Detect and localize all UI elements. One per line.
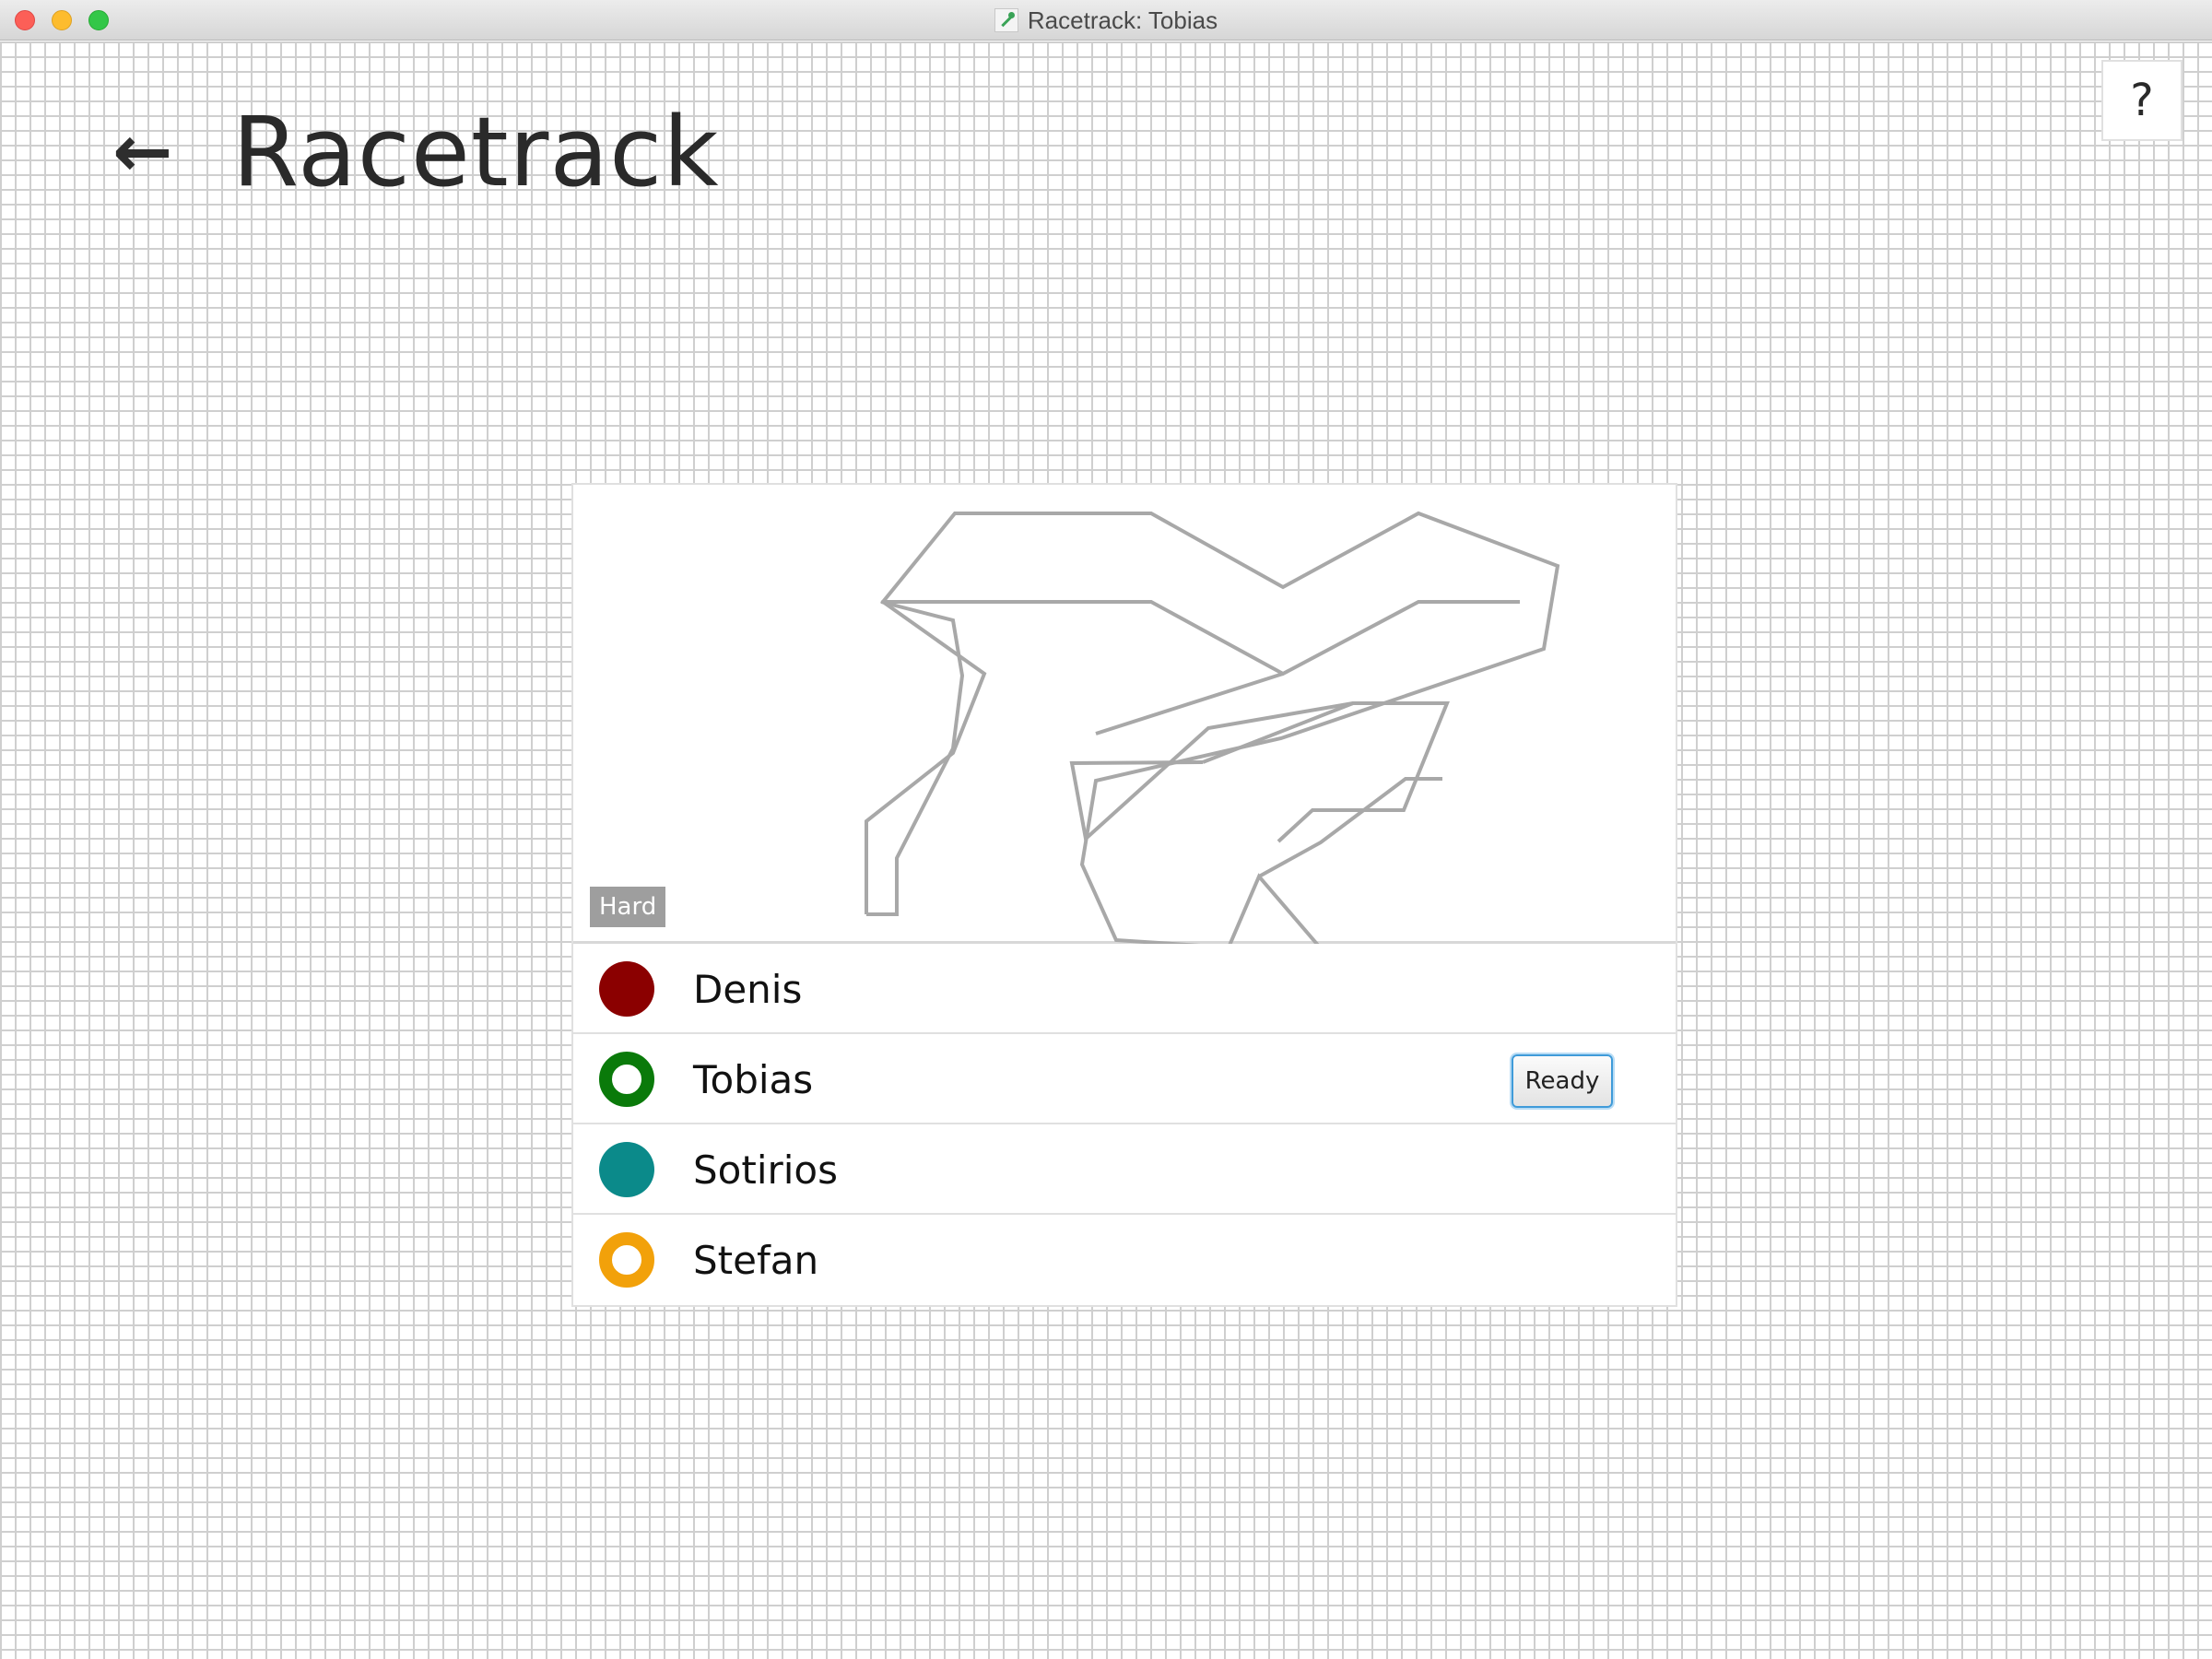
player-marker-icon — [599, 1052, 654, 1107]
track-preview[interactable]: Hard — [573, 485, 1676, 944]
title-bar: Racetrack: Tobias — [0, 0, 2212, 41]
player-marker-icon — [599, 961, 654, 1017]
track-inner-line-lower — [1095, 672, 1284, 735]
track-inner-line-upper — [883, 600, 1520, 677]
track-loop-mid — [1258, 777, 1442, 878]
help-button[interactable]: ? — [2101, 60, 2183, 141]
player-marker-icon — [599, 1232, 654, 1288]
window-title: Racetrack: Tobias — [1027, 6, 1218, 34]
player-row-denis: Denis — [573, 944, 1676, 1034]
player-name: Denis — [693, 966, 803, 1012]
player-row-stefan: Stefan — [573, 1215, 1676, 1305]
difficulty-badge: Hard — [590, 887, 666, 927]
game-lobby-card: Hard Denis Tobias Ready Sotirios Stefan — [571, 483, 1677, 1307]
track-loop-inner — [1069, 701, 1354, 842]
player-row-sotirios: Sotirios — [573, 1124, 1676, 1215]
page-header: ← Racetrack — [112, 101, 720, 203]
ready-button[interactable]: Ready — [1512, 1054, 1613, 1108]
window-title-area: Racetrack: Tobias — [0, 0, 2212, 41]
player-name: Tobias — [693, 1056, 814, 1102]
player-name: Sotirios — [693, 1147, 839, 1193]
page-title: Racetrack — [232, 96, 720, 208]
player-row-tobias: Tobias Ready — [573, 1034, 1676, 1124]
player-marker-icon — [599, 1142, 654, 1197]
player-name: Stefan — [693, 1237, 819, 1283]
back-arrow-icon[interactable]: ← — [112, 116, 195, 188]
app-icon — [994, 8, 1018, 32]
track-outline-graphic — [865, 511, 1560, 944]
